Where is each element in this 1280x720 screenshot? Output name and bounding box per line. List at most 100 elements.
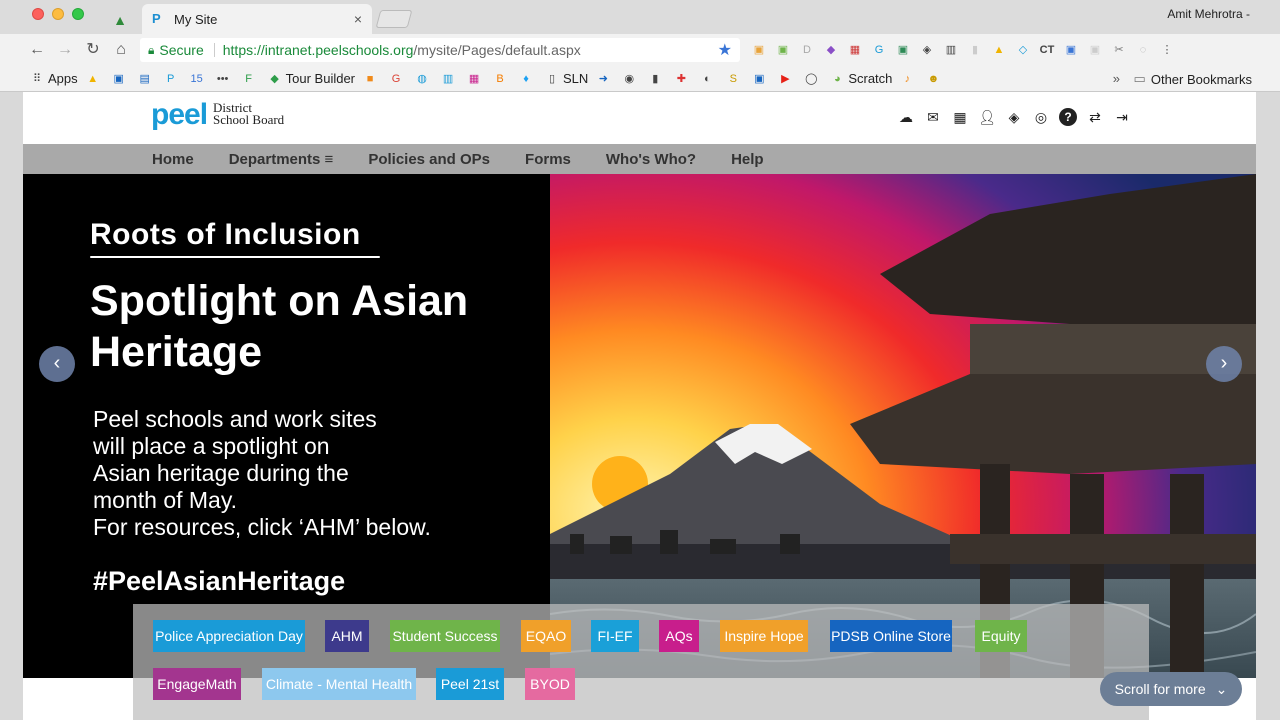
- maximize-window-button[interactable]: [72, 8, 84, 20]
- extension-icon[interactable]: ◇: [1014, 42, 1032, 58]
- quick-link-button[interactable]: AHM: [325, 620, 369, 652]
- carousel-prev-button[interactable]: ‹: [39, 346, 75, 382]
- quick-link-button[interactable]: PDSB Online Store: [830, 620, 952, 652]
- nav-item[interactable]: Help: [731, 151, 764, 168]
- new-tab-button[interactable]: [375, 10, 413, 28]
- extension-icon[interactable]: ▣: [774, 42, 792, 58]
- help-icon[interactable]: ?: [1059, 108, 1077, 126]
- moon-icon: ◐: [703, 72, 711, 85]
- bookmark-item[interactable]: ▣: [112, 72, 130, 86]
- quick-link-button[interactable]: Inspire Hope: [720, 620, 808, 652]
- bookmark-item[interactable]: ◍: [415, 72, 433, 86]
- extension-icon[interactable]: ▣: [894, 42, 912, 58]
- extension-icon[interactable]: ▥: [942, 42, 960, 58]
- tab-close-icon[interactable]: ×: [354, 11, 362, 27]
- extension-icon[interactable]: ◆: [822, 42, 840, 58]
- bookmark-item[interactable]: ♦: [519, 72, 537, 86]
- colored-square-icon: ▦: [468, 72, 480, 85]
- bookmark-item[interactable]: ◯: [804, 72, 822, 86]
- bookmark-item[interactable]: ▥: [441, 72, 459, 86]
- quick-link-button[interactable]: AQs: [659, 620, 699, 652]
- extension-icon[interactable]: G: [870, 42, 888, 58]
- scroll-for-more-button[interactable]: Scroll for more ⌄: [1100, 672, 1242, 706]
- bookmark-item[interactable]: ☻: [926, 72, 944, 86]
- bookmark-item[interactable]: ▶: [778, 72, 796, 86]
- quick-link-button[interactable]: BYOD: [525, 668, 575, 700]
- extension-icon[interactable]: ▣: [1062, 42, 1080, 58]
- quick-link-button[interactable]: FI-EF: [591, 620, 639, 652]
- menu-icon[interactable]: ⋮: [1158, 42, 1176, 58]
- bookmark-item[interactable]: ➜: [596, 72, 614, 86]
- minimize-window-button[interactable]: [52, 8, 64, 20]
- extension-icon[interactable]: ◈: [918, 42, 936, 58]
- bookmark-item[interactable]: 15: [190, 72, 208, 86]
- extension-icon[interactable]: ◌: [1134, 42, 1152, 58]
- hero-body: Peel schools and work sites will place a…: [93, 406, 431, 540]
- home-icon[interactable]: ⌂: [110, 40, 132, 60]
- mail-icon[interactable]: ✉: [924, 108, 942, 126]
- bookmark-item[interactable]: ▯ SLN: [545, 71, 588, 86]
- extension-icon[interactable]: ▦: [846, 42, 864, 58]
- search-icon[interactable]: ◎: [1032, 108, 1050, 126]
- tour-builder-icon: ◆: [270, 72, 279, 85]
- bookmark-item[interactable]: ▮: [648, 72, 666, 86]
- tab-my-site[interactable]: P My Site ×: [142, 4, 372, 34]
- profile-name[interactable]: Amit Mehrotra -: [1167, 7, 1250, 21]
- other-bookmarks[interactable]: ▭ Other Bookmarks: [1134, 71, 1252, 87]
- nav-item[interactable]: Home: [152, 151, 194, 168]
- bookmark-item[interactable]: S: [726, 72, 744, 86]
- extension-icon[interactable]: D: [798, 42, 816, 58]
- peel-logo[interactable]: peel District School Board: [151, 98, 284, 132]
- quick-link-button[interactable]: Student Success: [390, 620, 500, 652]
- bookmark-item[interactable]: ◐: [700, 72, 718, 86]
- address-bar[interactable]: 🔒︎ Secure https://intranet.peelschools.o…: [140, 38, 740, 62]
- quick-link-button[interactable]: Peel 21st: [436, 668, 504, 700]
- bookmark-item[interactable]: P: [164, 72, 182, 86]
- user-icon[interactable]: 👤︎: [978, 108, 996, 126]
- carousel-next-button[interactable]: ›: [1206, 346, 1242, 382]
- nav-item[interactable]: Forms: [525, 151, 571, 168]
- bookmark-item[interactable]: ✚: [674, 72, 692, 86]
- nav-item[interactable]: Policies and OPs: [368, 151, 490, 168]
- quick-link-button[interactable]: EQAO: [521, 620, 571, 652]
- google-drive-tab-icon[interactable]: ▲: [100, 6, 140, 34]
- bookmark-item[interactable]: ⠿ Apps: [30, 71, 78, 86]
- extension-icon[interactable]: ▮: [966, 42, 984, 58]
- bookmark-item[interactable]: ▤: [138, 72, 156, 86]
- bookmark-item[interactable]: ▦: [467, 72, 485, 86]
- quick-link-button[interactable]: Police Appreciation Day: [153, 620, 305, 652]
- bookmark-item[interactable]: ▣: [752, 72, 770, 86]
- extension-icon[interactable]: ▣: [750, 42, 768, 58]
- bookmark-star-icon[interactable]: ★: [718, 40, 732, 60]
- quick-link-button[interactable]: Climate - Mental Health: [262, 668, 416, 700]
- badge-icon[interactable]: ◈: [1005, 108, 1023, 126]
- reload-icon[interactable]: ↻: [82, 40, 104, 60]
- cloud-icon[interactable]: ☁: [897, 108, 915, 126]
- close-window-button[interactable]: [32, 8, 44, 20]
- bookmark-item[interactable]: ▲: [86, 72, 104, 86]
- signout-icon[interactable]: ⇥: [1113, 108, 1131, 126]
- extension-icon[interactable]: CT: [1038, 42, 1056, 58]
- bookmark-item[interactable]: ■: [363, 72, 381, 86]
- bookmark-item[interactable]: G: [389, 72, 407, 86]
- swap-icon[interactable]: ⇄: [1086, 108, 1104, 126]
- logo-subtitle: District School Board: [213, 100, 285, 127]
- extension-icon[interactable]: ▣: [1086, 42, 1104, 58]
- extension-icon[interactable]: ✂: [1110, 42, 1128, 58]
- nav-item[interactable]: Departments ≡: [229, 151, 334, 168]
- bookmark-item[interactable]: ◕ Scratch: [830, 71, 892, 86]
- bookmark-item[interactable]: ♪: [900, 72, 918, 86]
- bookmarks-overflow-icon[interactable]: »: [1113, 71, 1120, 86]
- quick-link-button[interactable]: EngageMath: [153, 668, 241, 700]
- bookmark-item[interactable]: ◉: [622, 72, 640, 86]
- drive-extension-icon[interactable]: ▲: [990, 42, 1008, 58]
- quick-link-button[interactable]: Equity: [975, 620, 1027, 652]
- calendar-icon[interactable]: ▦: [951, 108, 969, 126]
- forward-icon[interactable]: →: [54, 40, 76, 60]
- nav-item[interactable]: Who's Who?: [606, 151, 696, 168]
- bookmark-item[interactable]: B: [493, 72, 511, 86]
- bookmark-item[interactable]: •••: [216, 72, 234, 86]
- bookmark-item[interactable]: F: [242, 72, 260, 86]
- bookmark-item[interactable]: ◆ Tour Builder: [268, 71, 355, 86]
- back-icon[interactable]: ←: [26, 40, 48, 60]
